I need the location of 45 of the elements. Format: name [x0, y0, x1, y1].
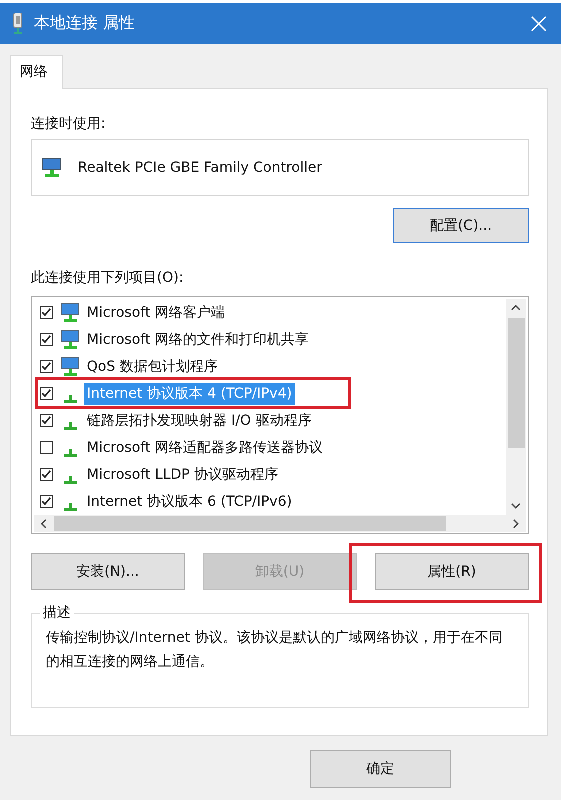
- configure-button[interactable]: 配置(C)...: [393, 208, 529, 243]
- list-item[interactable]: Microsoft LLDP 协议驱动程序: [84, 464, 282, 486]
- checkbox[interactable]: [40, 306, 53, 319]
- scroll-right-icon[interactable]: [512, 518, 520, 528]
- checkbox[interactable]: [40, 360, 53, 373]
- scroll-left-icon[interactable]: [40, 518, 48, 528]
- computer-icon: [60, 302, 80, 322]
- scroll-down-icon[interactable]: [511, 502, 521, 510]
- list-item[interactable]: 链路层拓扑发现映射器 I/O 驱动程序: [84, 410, 315, 432]
- checkbox[interactable]: [40, 468, 53, 481]
- description-legend: 描述: [40, 604, 74, 622]
- window-title: 本地连接 属性: [34, 13, 136, 34]
- checkbox[interactable]: [40, 414, 53, 427]
- adapter-name: Realtek PCIe GBE Family Controller: [78, 160, 322, 176]
- description-text: 传输控制协议/Internet 协议。该协议是默认的广域网络协议，用于在不同的相互连接的网络上通信。: [46, 629, 504, 672]
- list-item[interactable]: Microsoft 网络的文件和打印机共享: [84, 328, 312, 350]
- protocol-icon: [64, 502, 77, 510]
- checkbox[interactable]: [40, 387, 53, 400]
- items-label: 此连接使用下列项目(O):: [31, 269, 185, 287]
- computer-icon: [60, 330, 80, 350]
- scroll-thumb[interactable]: [54, 516, 446, 531]
- checkbox[interactable]: [40, 495, 53, 508]
- network-tab[interactable]: 网络: [10, 55, 63, 89]
- protocol-icon: [64, 394, 77, 402]
- network-adapter-icon: [12, 12, 24, 34]
- close-icon[interactable]: [531, 16, 547, 32]
- monitor-icon: [42, 158, 62, 178]
- protocol-icon: [64, 448, 77, 456]
- scroll-up-icon[interactable]: [511, 304, 521, 312]
- scroll-thumb[interactable]: [508, 318, 524, 448]
- action-button[interactable]: 属性(R): [375, 553, 529, 590]
- list-item[interactable]: QoS 数据包计划程序: [84, 356, 221, 378]
- computer-icon: [60, 356, 80, 376]
- checkbox[interactable]: [40, 333, 53, 346]
- list-item[interactable]: Microsoft 网络客户端: [84, 302, 228, 324]
- connect-using-label: 连接时使用:: [31, 115, 107, 133]
- protocol-icon: [64, 476, 77, 484]
- action-button[interactable]: 安装(N)...: [31, 553, 185, 590]
- list-item[interactable]: Internet 协议版本 6 (TCP/IPv6): [84, 490, 296, 512]
- protocol-icon: [64, 422, 77, 430]
- ok-button[interactable]: 确定: [310, 750, 451, 788]
- checkbox[interactable]: [40, 441, 53, 454]
- list-item[interactable]: Microsoft 网络适配器多路传送器协议: [84, 436, 326, 458]
- horizontal-scrollbar[interactable]: [34, 515, 526, 532]
- vertical-scrollbar[interactable]: [506, 299, 526, 515]
